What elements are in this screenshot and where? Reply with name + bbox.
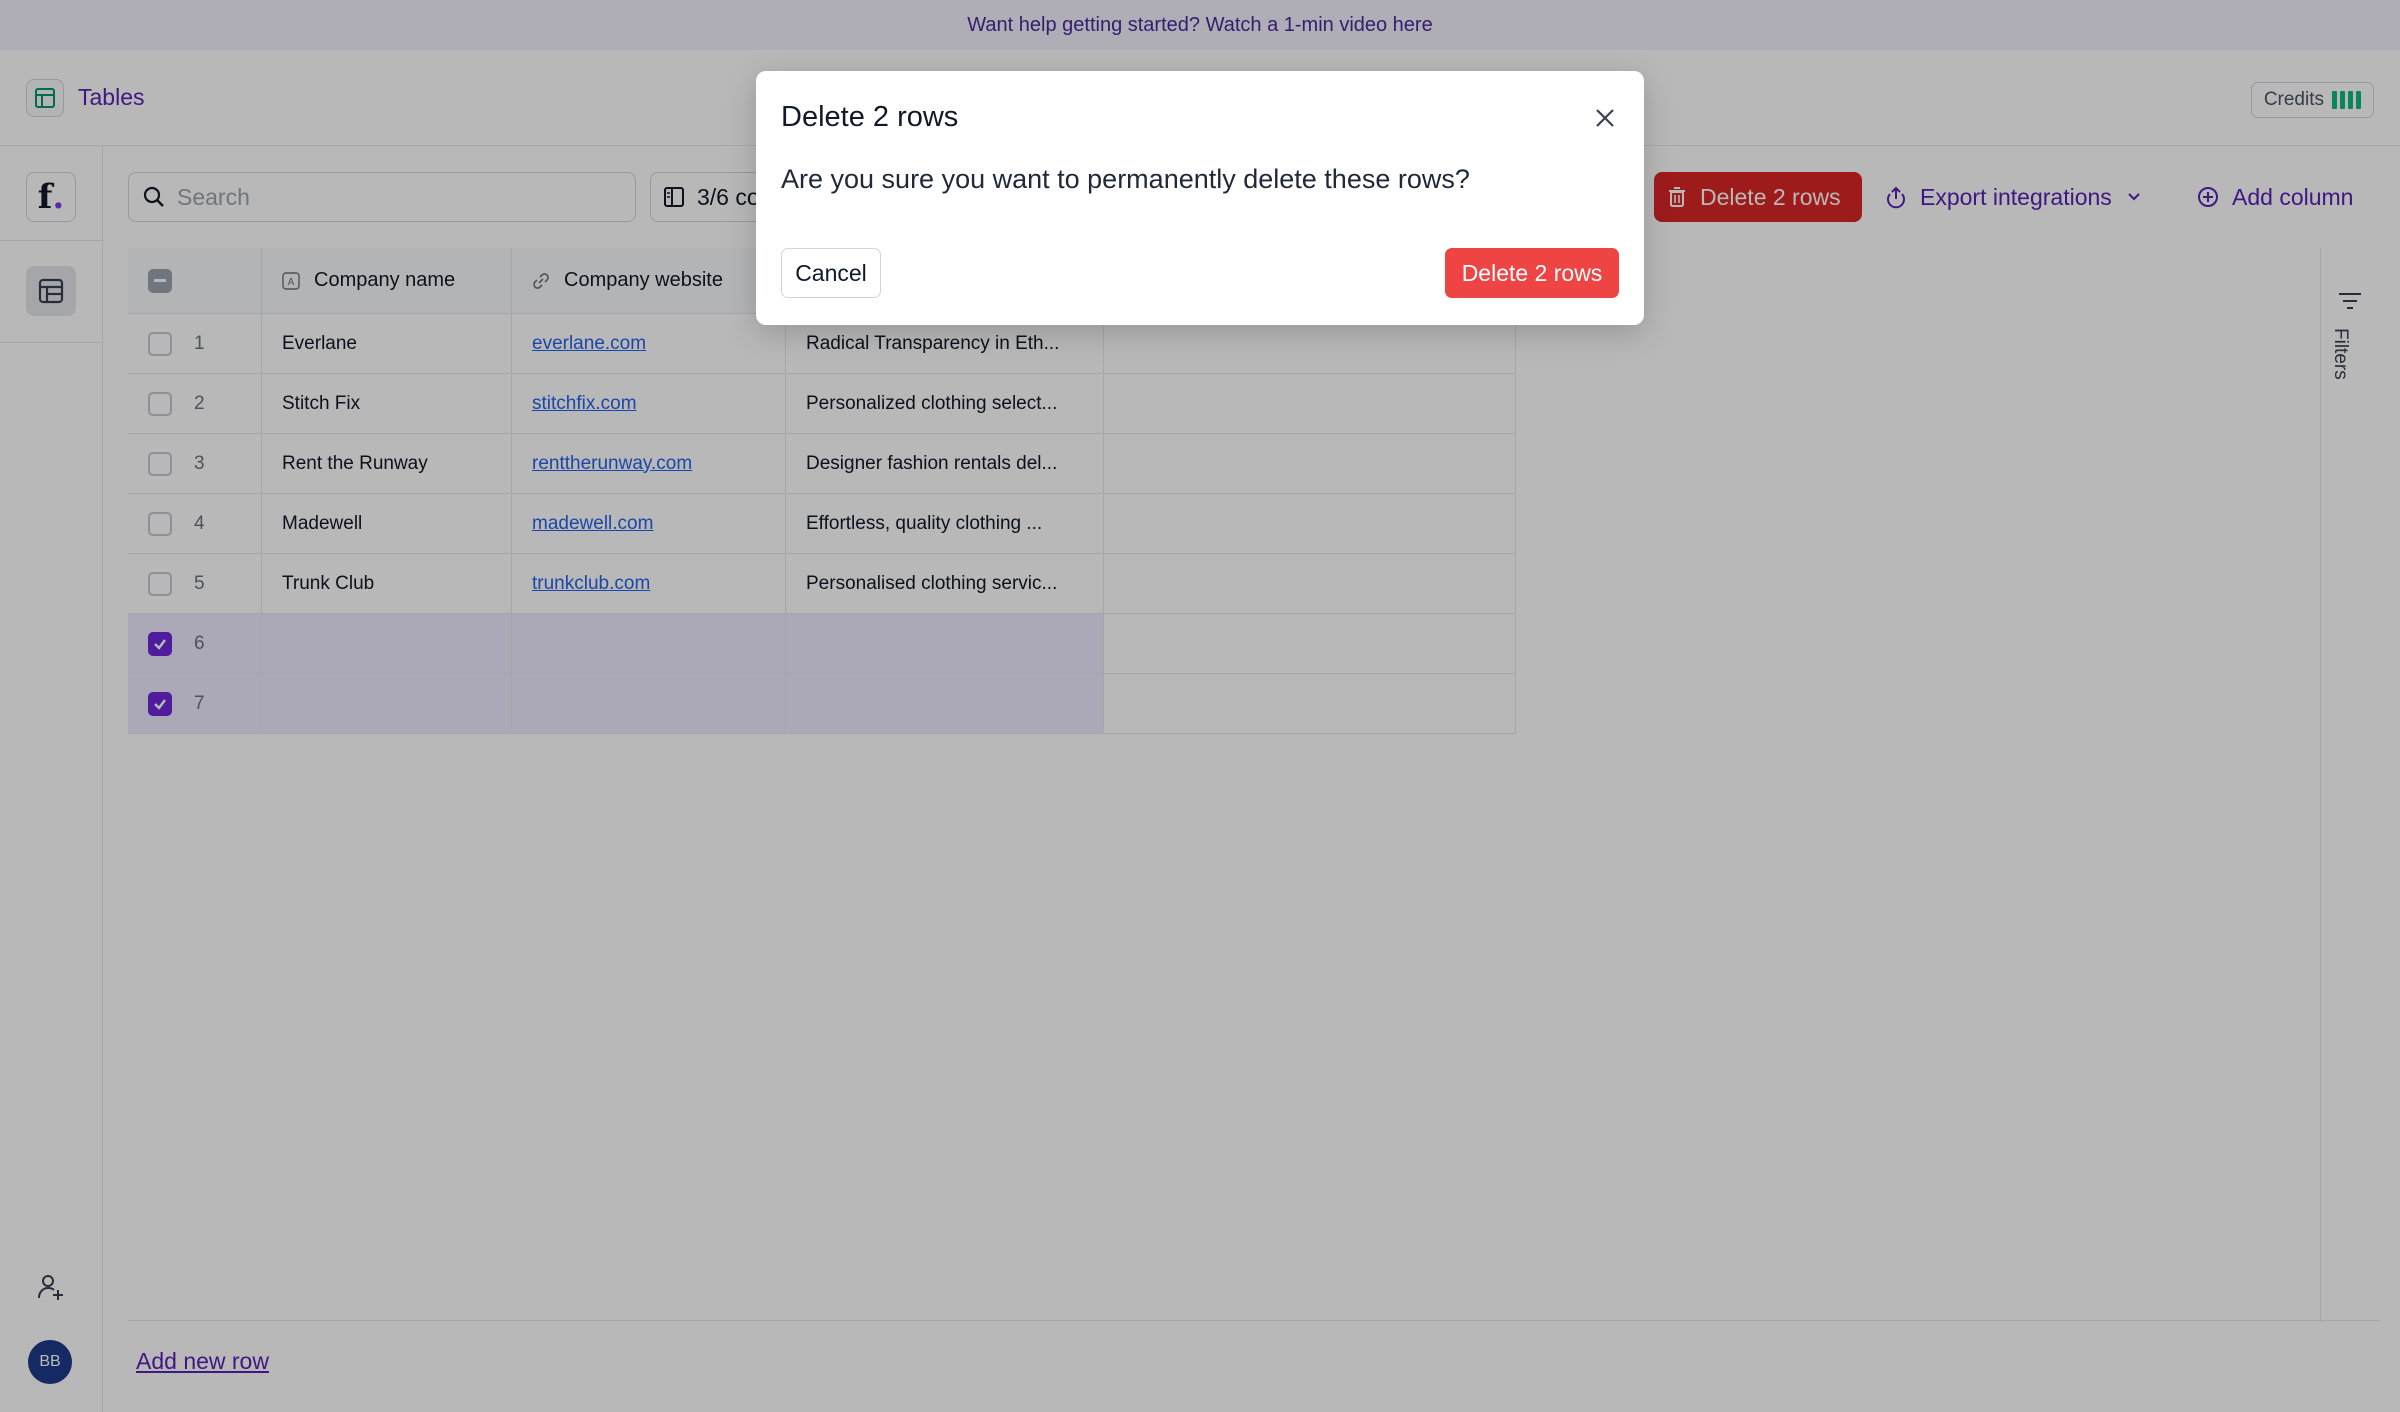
- cancel-button[interactable]: Cancel: [781, 248, 881, 298]
- confirm-delete-button[interactable]: Delete 2 rows: [1445, 248, 1619, 298]
- dialog-message: Are you sure you want to permanently del…: [781, 164, 1470, 194]
- close-icon[interactable]: [1590, 103, 1620, 133]
- dialog-title: Delete 2 rows: [781, 101, 959, 133]
- delete-rows-dialog: Delete 2 rows Are you sure you want to p…: [756, 71, 1644, 325]
